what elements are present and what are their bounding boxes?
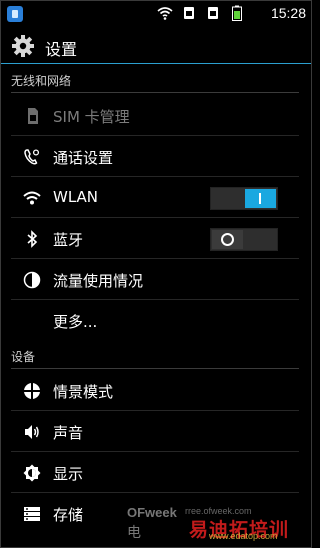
settings-item-label: 流量使用情况 [53, 272, 144, 290]
section-divider [11, 368, 299, 369]
settings-item-call[interactable]: 通话设置 [1, 136, 311, 177]
settings-item-more[interactable]: 更多... [1, 300, 311, 341]
wlan-toggle[interactable] [210, 187, 278, 210]
status-icons [157, 5, 245, 21]
audio-profiles-icon [23, 382, 41, 400]
toggle-thumb [245, 189, 276, 208]
settings-item-sim: SIM 卡管理 [1, 95, 311, 136]
settings-item-wlan[interactable]: WLAN [1, 177, 311, 218]
settings-item-label: 情景模式 [53, 383, 114, 401]
settings-item-label: 蓝牙 [53, 231, 84, 249]
battery-icon [232, 5, 242, 21]
settings-item-label: WLAN [53, 188, 99, 206]
bluetooth-icon [27, 230, 38, 248]
settings-item-sound[interactable]: 声音 [1, 411, 311, 452]
section-header-device: 设备 [1, 343, 311, 369]
section-label-device: 设备 [11, 350, 36, 364]
phone-screen: 15:28 设置 无线和网络 SIM 卡管理 通话设置 WLAN 蓝牙 流量使用… [0, 0, 312, 548]
settings-item-label: 更多... [53, 313, 98, 331]
sim-card-icon [28, 108, 38, 124]
speaker-volume-icon [25, 425, 39, 439]
settings-item-label: 声音 [53, 424, 84, 442]
watermark-brand: OFweek [127, 505, 177, 520]
bluetooth-toggle[interactable] [210, 228, 278, 251]
settings-item-display[interactable]: 显示 [1, 452, 311, 493]
data-usage-icon [23, 271, 41, 289]
section-label-wireless: 无线和网络 [11, 74, 72, 88]
page-title: 设置 [45, 40, 78, 59]
wifi-icon [23, 191, 41, 205]
notification-app-icon [7, 6, 23, 22]
wifi-signal-icon [157, 7, 173, 20]
action-bar: 设置 [1, 28, 311, 64]
phone-settings-icon [24, 149, 40, 165]
clock: 15:28 [270, 5, 306, 21]
status-bar: 15:28 [1, 1, 311, 27]
settings-gear-icon [12, 35, 34, 57]
sim2-signal-icon [208, 7, 218, 19]
settings-item-data-usage[interactable]: 流量使用情况 [1, 259, 311, 300]
section-divider [11, 92, 299, 93]
watermark: OFweek rree.ofweek.com 电 易迪拓培训 www.edato… [127, 505, 307, 541]
brightness-icon [23, 464, 41, 482]
settings-item-label: 通话设置 [53, 149, 114, 167]
watermark-url2: www.edatop.com [209, 531, 278, 541]
storage-icon [24, 507, 40, 521]
settings-item-label: 存储 [53, 506, 84, 524]
settings-item-bluetooth[interactable]: 蓝牙 [1, 218, 311, 259]
settings-item-label: 显示 [53, 465, 84, 483]
watermark-prefix: 电 [127, 525, 141, 541]
settings-item-profiles[interactable]: 情景模式 [1, 370, 311, 411]
sim1-signal-icon [184, 7, 194, 19]
settings-item-label: SIM 卡管理 [53, 108, 130, 126]
toggle-thumb [212, 230, 243, 249]
section-header-wireless: 无线和网络 [1, 67, 311, 93]
